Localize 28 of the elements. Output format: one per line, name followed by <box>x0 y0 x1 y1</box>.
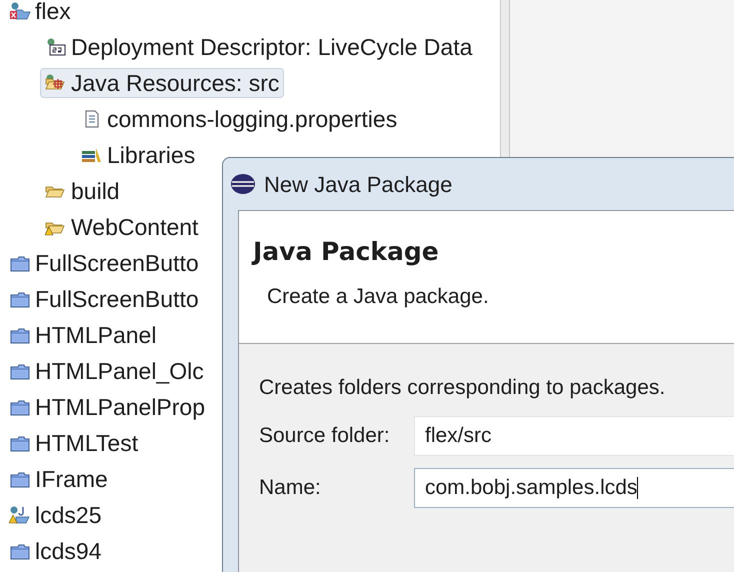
tree-item[interactable]: HTMLPanelProp <box>4 392 210 422</box>
tree-item[interactable]: build <box>40 176 125 206</box>
tree-item[interactable]: HTMLTest <box>4 428 144 458</box>
text-cursor <box>637 476 638 498</box>
dialog-heading: Java Package <box>253 236 440 268</box>
tree-item[interactable]: IFrame <box>4 464 113 494</box>
input-field[interactable]: com.bobj.samples.lcds <box>414 468 734 508</box>
tree-item[interactable]: commons-logging.properties <box>76 104 402 134</box>
project-warning-icon <box>9 505 31 525</box>
dialog-title: New Java Package <box>264 170 452 199</box>
tree-item[interactable]: WebContent <box>40 212 204 242</box>
tree-item[interactable]: HTMLPanel_Olc <box>4 356 209 386</box>
tree-item[interactable]: Java Resources: src <box>40 68 284 98</box>
dialog-subtitle: Create a Java package. <box>266 284 490 310</box>
field-label: Name: <box>259 474 322 501</box>
input-field[interactable]: flex/src <box>414 416 734 456</box>
tree-item[interactable]: lcds94 <box>4 536 106 566</box>
tree-item[interactable]: HTMLPanel <box>4 320 162 350</box>
tree-item[interactable]: FullScreenButto <box>4 248 204 278</box>
descriptor-icon <box>45 37 67 57</box>
eclipse-icon <box>230 173 256 195</box>
tree-item[interactable]: Deployment Descriptor: LiveCycle Data <box>40 32 478 62</box>
field-label: Source folder: <box>259 422 391 449</box>
tree-item[interactable]: lcds25 <box>4 500 106 530</box>
tree-item[interactable]: Libraries <box>76 140 200 170</box>
tree-item[interactable]: FullScreenButto <box>4 284 204 314</box>
tree-item[interactable]: flex <box>4 0 76 26</box>
description-text: Creates folders corresponding to packages. <box>259 375 666 401</box>
